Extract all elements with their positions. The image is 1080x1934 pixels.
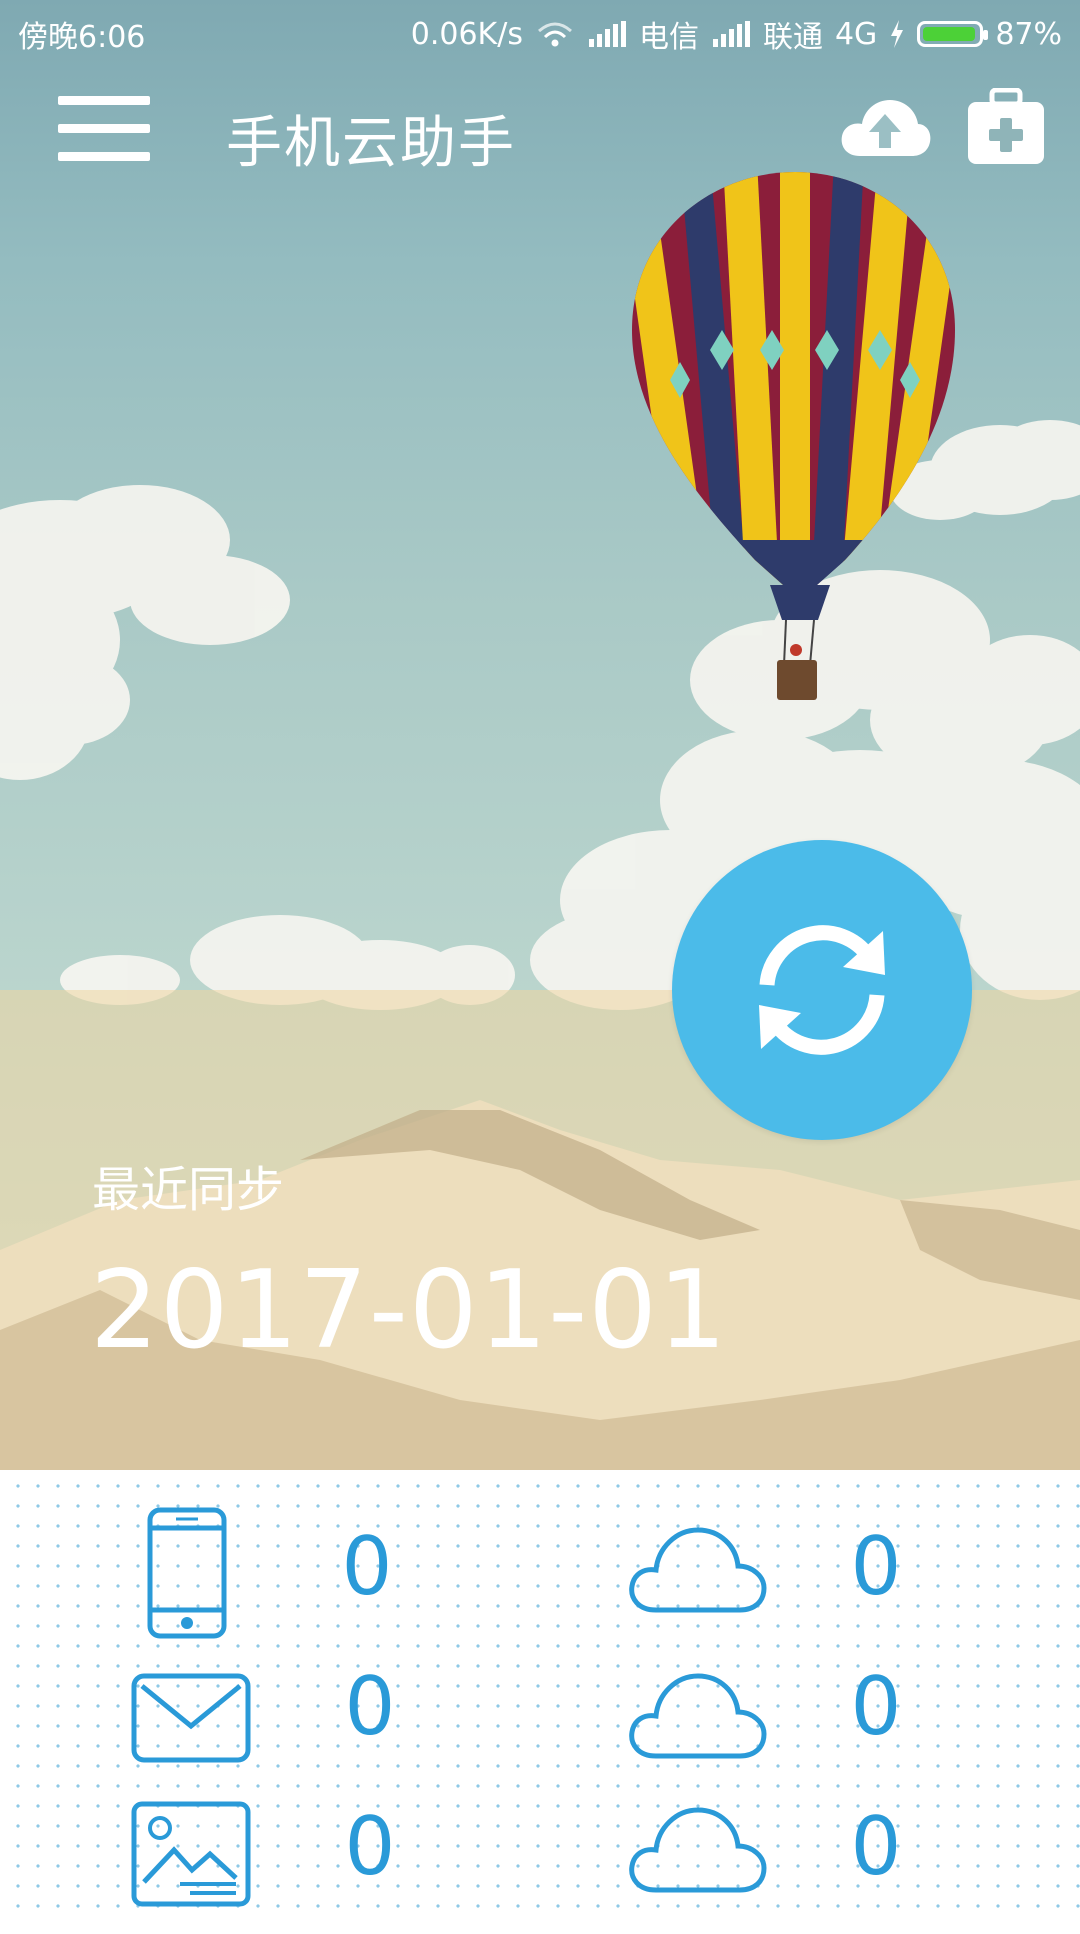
status-bar: 傍晚6:06 0.06K/s 电信 联通 4G 87% <box>0 0 1080 62</box>
cloud-icon <box>629 1673 767 1759</box>
mail-icon <box>131 1673 251 1763</box>
signal-icon <box>588 21 626 47</box>
local-count: 0 <box>344 1800 396 1893</box>
network-type: 4G <box>834 16 878 52</box>
cloud-count: 0 <box>850 1520 902 1613</box>
hamburger-menu-icon[interactable] <box>58 96 150 162</box>
cloud-count: 0 <box>850 1800 902 1893</box>
last-sync-date: 2017-01-01 <box>90 1248 728 1373</box>
sync-button[interactable] <box>672 840 972 1140</box>
wifi-icon <box>537 22 572 47</box>
cloud-icon <box>629 1527 767 1613</box>
cloud-icon <box>629 1807 767 1893</box>
medical-kit-icon[interactable] <box>966 88 1046 166</box>
local-count: 0 <box>344 1660 396 1753</box>
status-right-group: 0.06K/s 电信 联通 4G 87% <box>411 12 1062 56</box>
stats-row-contacts: 0 0 <box>0 1506 1080 1640</box>
phone-icon <box>147 1507 227 1639</box>
stats-row-photos: 0 0 <box>0 1800 1080 1934</box>
sync-refresh-icon <box>759 925 885 1055</box>
battery-icon <box>917 21 989 47</box>
status-time: 傍晚6:06 <box>18 20 146 55</box>
sync-stats-panel: 0 0 0 0 0 0 <box>0 1470 1080 1920</box>
charging-bolt-icon <box>891 20 904 48</box>
signal-icon <box>712 21 750 47</box>
cloud-upload-icon[interactable] <box>838 96 932 162</box>
last-sync-label: 最近同步 <box>92 1162 285 1218</box>
battery-percent: 87% <box>995 16 1062 52</box>
carrier-1: 电信 <box>638 20 699 55</box>
carrier-2: 联通 <box>762 20 823 55</box>
local-count: 0 <box>341 1520 393 1613</box>
image-icon <box>131 1801 251 1907</box>
stats-row-messages: 0 0 <box>0 1660 1080 1800</box>
cloud-count: 0 <box>850 1660 902 1753</box>
net-speed: 0.06K/s <box>410 16 523 52</box>
app-title: 手机云助手 <box>226 111 516 176</box>
